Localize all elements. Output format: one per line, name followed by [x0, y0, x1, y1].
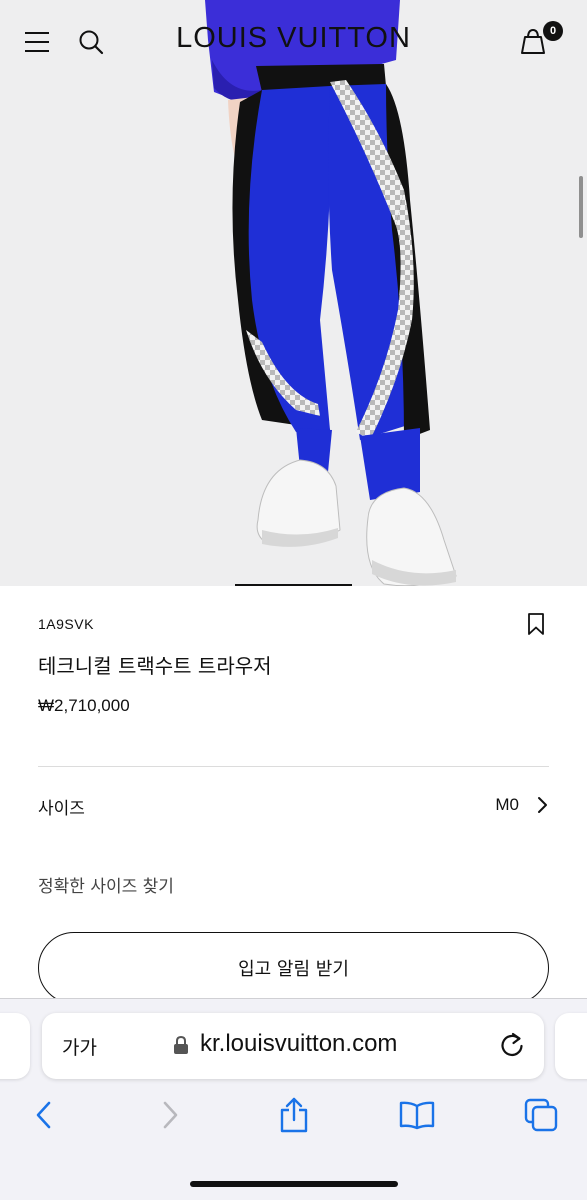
product-hero-image[interactable] [0, 0, 587, 586]
size-guide-link[interactable]: 정확한 사이즈 찾기 [38, 872, 174, 897]
wishlist-button[interactable] [526, 612, 548, 638]
bookmarks-icon [399, 1101, 435, 1130]
forward-icon [163, 1101, 178, 1129]
home-indicator [190, 1181, 398, 1187]
divider [38, 766, 549, 767]
product-photo [0, 0, 587, 586]
notify-restock-button[interactable]: 입고 알림 받기 [38, 932, 549, 1004]
back-icon [36, 1101, 51, 1129]
brand-logo[interactable]: LOUIS VUITTON [0, 22, 587, 55]
back-button[interactable] [24, 1095, 64, 1135]
chevron-right-icon [538, 797, 547, 813]
carousel-indicator [235, 584, 352, 586]
site-header: LOUIS VUITTON 0 [0, 0, 587, 86]
bookmarks-button[interactable] [397, 1095, 437, 1135]
product-sku: 1A9SVK [38, 616, 94, 632]
bag-count-badge: 0 [543, 21, 563, 41]
previous-tab-preview[interactable] [0, 1013, 30, 1079]
browser-toolbar [0, 1095, 587, 1135]
text-size-button[interactable]: 가가 [62, 1033, 97, 1060]
address-bar[interactable]: 가가 kr.louisvuitton.com [42, 1013, 544, 1079]
forward-button[interactable] [150, 1095, 190, 1135]
next-tab-preview[interactable] [555, 1013, 587, 1079]
size-value: M0 [495, 795, 519, 814]
page-scrollbar[interactable] [579, 176, 583, 238]
tabs-icon [524, 1098, 558, 1132]
share-icon [280, 1097, 308, 1133]
reload-icon[interactable] [498, 1030, 526, 1060]
browser-chrome: 가가 kr.louisvuitton.com [0, 998, 587, 1200]
product-title: 테크니컬 트랙수트 트라우저 [38, 654, 272, 678]
size-selector[interactable]: 사이즈 M0 [38, 782, 549, 832]
bookmark-icon [528, 613, 544, 635]
tabs-button[interactable] [521, 1095, 561, 1135]
share-button[interactable] [274, 1095, 314, 1135]
url-text[interactable]: kr.louisvuitton.com [200, 1030, 397, 1058]
lock-icon [174, 1035, 188, 1054]
size-label: 사이즈 [38, 799, 85, 819]
product-price: ₩2,710,000 [38, 696, 130, 715]
